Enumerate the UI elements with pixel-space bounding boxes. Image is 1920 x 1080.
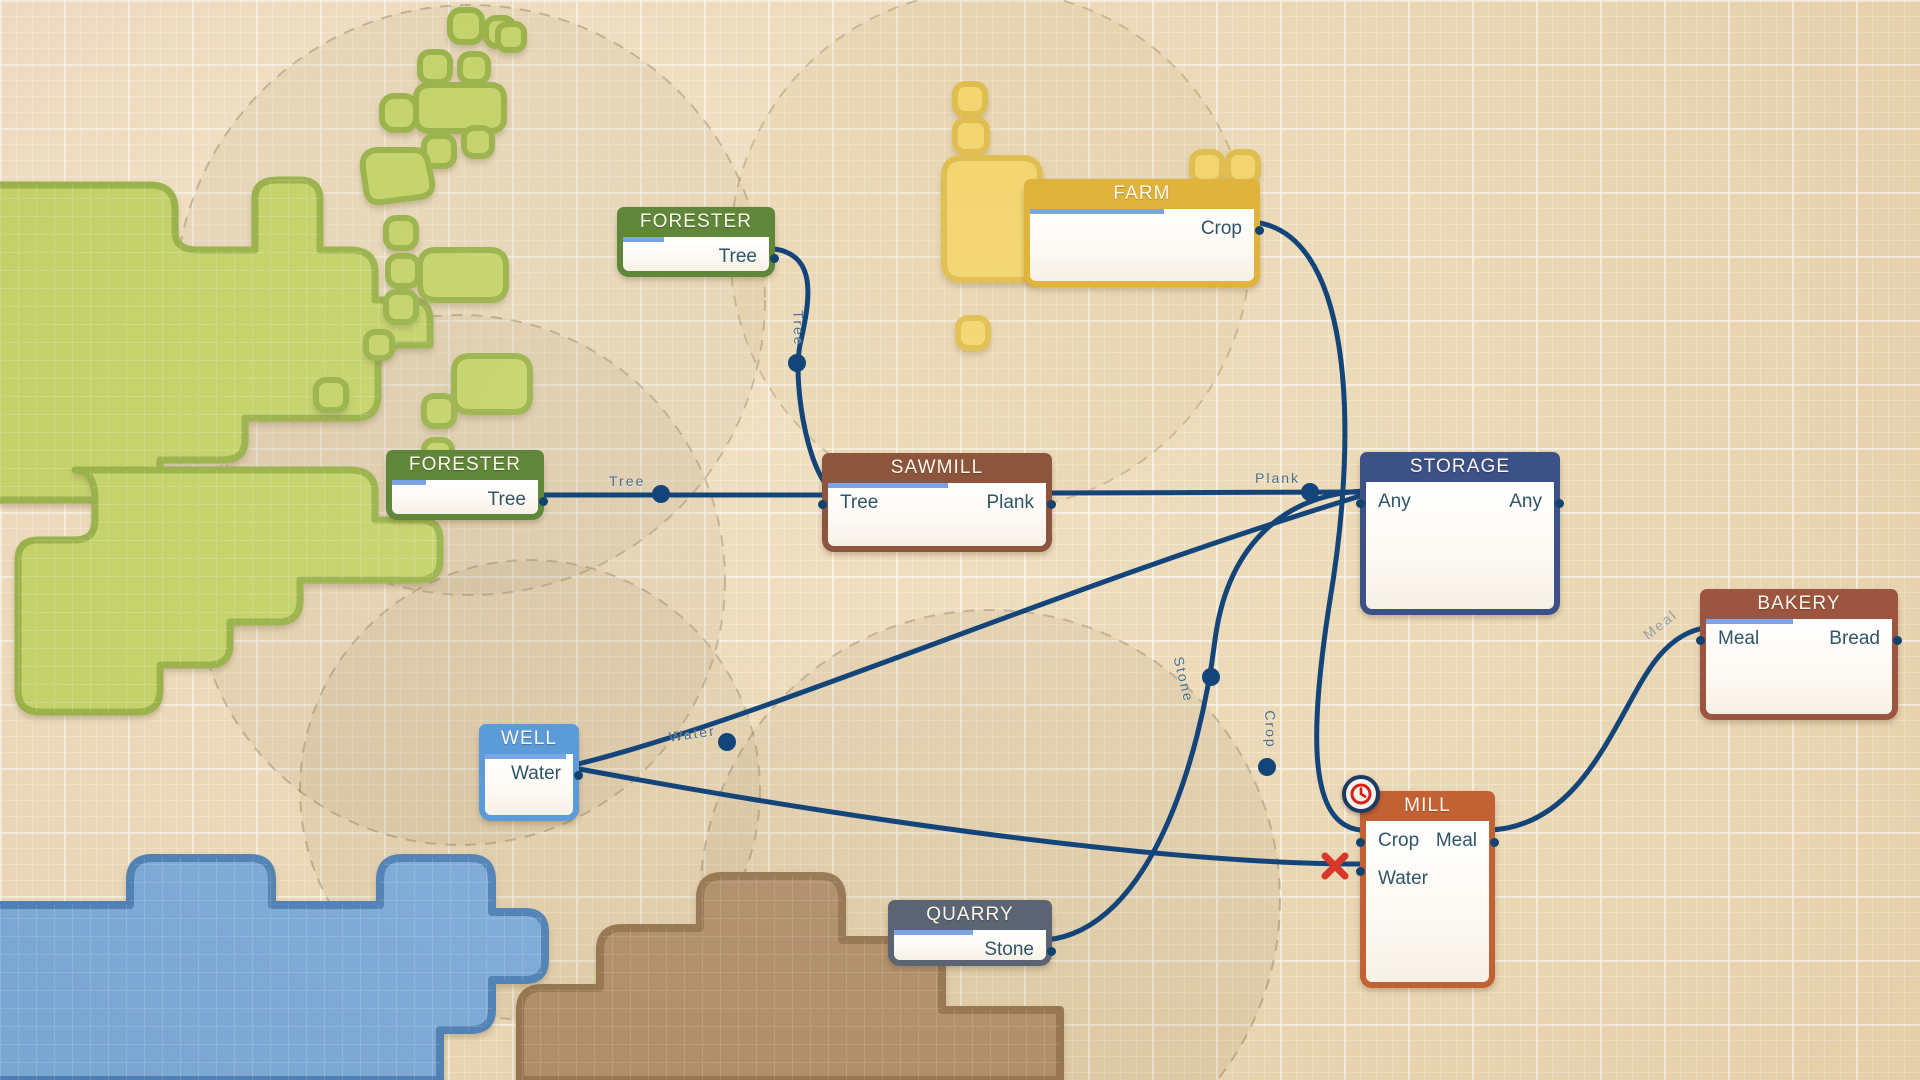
progress-bar <box>623 237 664 242</box>
progress-bar <box>392 480 426 485</box>
progress-bar <box>485 754 566 759</box>
node-title: BAKERY <box>1700 589 1898 619</box>
port-dot-in-water[interactable] <box>1356 867 1365 876</box>
port-out-crop[interactable]: Crop <box>1201 218 1242 240</box>
port-in-tree[interactable]: Tree <box>840 492 878 514</box>
node-body: Water <box>485 754 573 815</box>
port-dot-out[interactable] <box>1255 226 1264 235</box>
node-quarry[interactable]: QUARRY Stone <box>888 900 1056 966</box>
edge-label: Plank <box>1255 470 1301 486</box>
port-dot-out[interactable] <box>1555 499 1564 508</box>
node-body: Stone <box>894 930 1046 960</box>
node-mill[interactable]: MILL Crop Meal Water <box>1342 775 1499 988</box>
clock-icon-glyph <box>1350 783 1372 805</box>
port-dot-in[interactable] <box>1696 636 1705 645</box>
node-bakery[interactable]: BAKERY Meal Bread <box>1696 589 1902 720</box>
port-in-water[interactable]: Water <box>1378 868 1428 890</box>
node-body: Crop Meal Water <box>1366 821 1489 982</box>
port-dot-out-meal[interactable] <box>1490 838 1499 847</box>
port-out-tree[interactable]: Tree <box>488 489 526 511</box>
node-title: QUARRY <box>888 900 1052 930</box>
node-title: FARM <box>1024 179 1260 209</box>
node-title: FORESTER <box>386 450 544 480</box>
node-title: STORAGE <box>1360 452 1560 482</box>
port-in-meal[interactable]: Meal <box>1718 628 1759 650</box>
port-out-meal[interactable]: Meal <box>1436 830 1477 852</box>
progress-bar <box>894 930 974 935</box>
map-canvas[interactable]: Tree Tree Plank Crop Stone Water Meal FO… <box>0 0 1920 1080</box>
node-title: FORESTER <box>617 207 775 237</box>
node-storage[interactable]: STORAGE Any Any <box>1356 452 1564 615</box>
port-out-bread[interactable]: Bread <box>1829 628 1880 650</box>
progress-bar <box>828 483 948 488</box>
clock-icon[interactable] <box>1342 775 1380 813</box>
port-dot-in[interactable] <box>1356 499 1365 508</box>
port-out-plank[interactable]: Plank <box>986 492 1034 514</box>
node-title: MILL <box>1360 791 1495 821</box>
progress-bar <box>1030 209 1165 214</box>
port-dot-out[interactable] <box>770 254 779 263</box>
port-dot-in-crop[interactable] <box>1356 838 1365 847</box>
port-dot-out[interactable] <box>1893 636 1902 645</box>
port-dot-in[interactable] <box>818 500 827 509</box>
node-title: SAWMILL <box>822 453 1052 483</box>
node-sawmill[interactable]: SAWMILL Tree Plank <box>818 453 1056 552</box>
port-dot-out[interactable] <box>539 497 548 506</box>
edge-label: Tree <box>790 310 808 347</box>
node-body: Meal Bread <box>1706 619 1892 714</box>
port-out-water[interactable]: Water <box>511 763 561 785</box>
port-out-any[interactable]: Any <box>1509 491 1542 513</box>
node-forester-1[interactable]: FORESTER Tree <box>617 207 779 277</box>
node-body: Tree Plank <box>828 483 1046 546</box>
node-body: Tree <box>623 237 769 271</box>
node-well[interactable]: WELL Water <box>479 724 583 821</box>
port-in-any[interactable]: Any <box>1378 491 1411 513</box>
edge-label: Tree <box>609 473 646 489</box>
node-forester-2[interactable]: FORESTER Tree <box>386 450 548 520</box>
node-body: Tree <box>392 480 538 514</box>
port-out-stone[interactable]: Stone <box>984 939 1034 960</box>
node-title: WELL <box>479 724 579 754</box>
node-body: Any Any <box>1366 482 1554 609</box>
edge-label: Crop <box>1262 710 1280 749</box>
port-dot-out[interactable] <box>1047 947 1056 956</box>
port-in-crop[interactable]: Crop <box>1378 830 1419 852</box>
progress-bar <box>1706 619 1794 624</box>
node-body: Crop <box>1030 209 1254 281</box>
node-farm[interactable]: FARM Crop <box>1024 179 1264 287</box>
port-dot-out[interactable] <box>574 771 583 780</box>
port-dot-out[interactable] <box>1047 500 1056 509</box>
port-out-tree[interactable]: Tree <box>719 246 757 268</box>
